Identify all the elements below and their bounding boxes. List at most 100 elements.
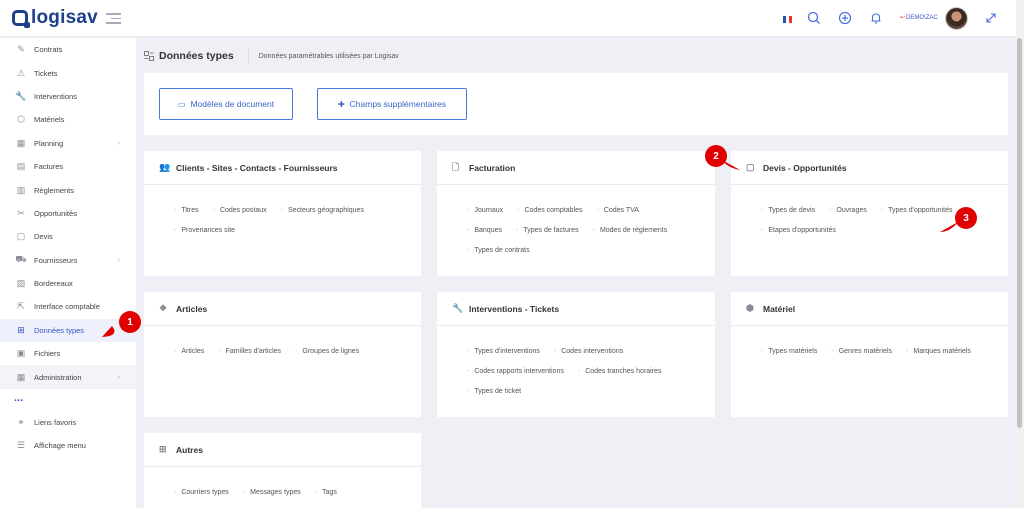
user-switch[interactable]: ↩DEMO\ZAC	[900, 14, 938, 21]
card-link[interactable]: Codes rapports interventions	[467, 362, 564, 382]
card-title: Clients - Sites - Contacts - Fournisseur…	[176, 162, 338, 173]
logo-mark-icon	[12, 10, 30, 28]
data-types-icon: ⊞	[17, 324, 25, 335]
quote-icon: ▢	[16, 231, 26, 242]
sidebar-item-label: Fournisseurs	[34, 255, 78, 265]
card-link[interactable]: Provenances site	[174, 221, 235, 241]
opportunity-icon: ✂	[17, 207, 25, 218]
card-articles-header: ❖ Articles	[144, 292, 421, 326]
card-link[interactable]: Types d'opportunités	[881, 201, 952, 221]
bell-icon[interactable]	[868, 10, 884, 26]
sidebar-item-fichiers[interactable]: ▣ Fichiers	[0, 342, 136, 365]
sidebar-item-tickets[interactable]: ⚠ Tickets	[0, 61, 136, 84]
menu-toggle-icon[interactable]	[106, 13, 121, 25]
card-link[interactable]: Codes tranches horaires	[578, 362, 661, 382]
files-icon: ▣	[16, 348, 26, 359]
card-title: Facturation	[469, 162, 516, 173]
sidebar-item-label: Opportunités	[34, 208, 77, 218]
avatar[interactable]	[945, 7, 968, 30]
laptop-icon: ▭	[177, 99, 186, 109]
card-materiel-header: ⬢ Matériel	[731, 292, 1008, 326]
logo[interactable]: logisav	[12, 7, 98, 29]
card-link[interactable]: Types de contrats	[467, 241, 529, 261]
sidebar-item-factures[interactable]: ▤ Factures	[0, 155, 136, 178]
sidebar-item-affichage-menu[interactable]: ☰ Affichage menu	[0, 434, 136, 457]
contract-icon: ✎	[17, 44, 25, 55]
card-title: Devis - Opportunités	[763, 162, 847, 173]
export-icon: ⇱	[17, 301, 25, 312]
card-link[interactable]: Familles d'articles	[218, 342, 281, 362]
card-link[interactable]: Titres	[174, 201, 198, 221]
sidebar-item-interface-comptable[interactable]: ⇱ Interface comptable	[0, 295, 136, 318]
sidebar-item-liens-favoris[interactable]: ⚭ Liens favoris	[0, 411, 136, 434]
sidebar-item-r-glements[interactable]: ▥ Règlements	[0, 178, 136, 201]
wrench-icon: 🔧	[15, 90, 27, 101]
card-link[interactable]: Secteurs géographiques	[281, 201, 364, 221]
card-link[interactable]: Types d'interventions	[467, 342, 540, 362]
sidebar-item-planning[interactable]: ▦ Planning ›	[0, 132, 136, 155]
logo-text: logisav	[31, 7, 98, 28]
card-link[interactable]: Messages types	[243, 483, 301, 503]
french-flag-icon[interactable]	[783, 16, 792, 23]
box-icon: ⬢	[746, 303, 754, 313]
sidebar-item-contrats[interactable]: ✎ Contrats	[0, 38, 136, 61]
card-link[interactable]: Banques	[467, 221, 502, 241]
card-link[interactable]: Types de factures	[516, 221, 578, 241]
document-templates-button[interactable]: ▭ Modèles de document	[159, 88, 293, 120]
sidebar-item-administration[interactable]: ▦ Administration ›	[0, 365, 136, 389]
sidebar-item-fournisseurs[interactable]: ⛟ Fournisseurs ›	[0, 249, 136, 272]
card-autres-header: ⊞ Autres	[144, 433, 421, 467]
scrollbar-thumb[interactable]	[1017, 38, 1022, 428]
add-circle-icon[interactable]	[837, 10, 853, 26]
more-menu[interactable]: ...	[0, 391, 136, 411]
card-links-facturation: Journaux Codes comptables Codes TVA Banques…	[437, 185, 693, 261]
sidebar-item-label: Bordereaux	[34, 279, 73, 289]
user-name: DEMO\ZAC	[906, 15, 938, 21]
sidebar-item-label: Affichage menu	[34, 441, 86, 451]
page-header: Données types Données paramétrables util…	[144, 45, 399, 67]
chevron-right-icon: ›	[117, 373, 120, 381]
card-link[interactable]: Articles	[174, 342, 204, 362]
annotation-marker-3: 3	[955, 207, 977, 229]
link-icon: ⚭	[17, 417, 25, 428]
sidebar-item-devis[interactable]: ▢ Devis	[0, 225, 136, 248]
sidebar-item-label: Fichiers	[34, 349, 61, 359]
sidebar: ✎ Contrats ⚠ Tickets 🔧 Interventions ⬡ Matériel…	[0, 38, 136, 508]
sidebar-item-mat-riels[interactable]: ⬡ Matériels	[0, 108, 136, 131]
card-link[interactable]: Types de ticket	[467, 382, 521, 402]
card-links-materiel: Types matériels Genres matériels Marques m…	[731, 326, 986, 362]
card-link[interactable]: Codes interventions	[554, 342, 623, 362]
card-link[interactable]: Codes postaux	[213, 201, 267, 221]
card-clients-header: 👥 Clients - Sites - Contacts - Fournisseu…	[144, 151, 421, 185]
card-link[interactable]: Codes comptables	[517, 201, 582, 221]
expand-icon[interactable]	[985, 12, 997, 24]
card-link[interactable]: Types de devis	[761, 201, 815, 221]
card-link[interactable]: Types matériels	[761, 342, 817, 362]
sidebar-item-bordereaux[interactable]: ▨ Bordereaux	[0, 272, 136, 295]
card-interventions-header: 🔧 Interventions - Tickets	[437, 292, 715, 326]
card-link[interactable]: Marques matériels	[906, 342, 971, 362]
sidebar-item-donn-es-types[interactable]: ⊞ Données types	[0, 318, 136, 343]
sidebar-item-label: Planning	[34, 138, 64, 148]
card-link[interactable]: Journaux	[467, 201, 503, 221]
sidebar-item-label: Devis	[34, 232, 53, 242]
card-link[interactable]: Codes TVA	[596, 201, 639, 221]
card-link[interactable]: Modes de règlements	[593, 221, 667, 241]
card-link[interactable]: Genres matériels	[831, 342, 892, 362]
search-icon[interactable]	[806, 10, 822, 26]
menu-display-icon: ☰	[16, 440, 26, 451]
card-link[interactable]: Ouvrages	[829, 201, 866, 221]
card-link[interactable]: Etapes d'opportunités	[761, 221, 836, 241]
payment-icon: ▥	[16, 184, 26, 195]
dropbox-icon: ❖	[159, 303, 168, 313]
card-link[interactable]: Courriers types	[174, 483, 228, 503]
top-bar: logisav ↩DEMO\ZAC	[0, 0, 1016, 37]
card-articles: ❖ Articles Articles Familles d'articles Gro…	[144, 292, 421, 417]
sidebar-item-opportunit-s[interactable]: ✂ Opportunités	[0, 202, 136, 225]
card-facturation-header: 🗋 Facturation	[437, 151, 715, 185]
extra-fields-button[interactable]: ✚ Champs supplémentaires	[317, 88, 467, 120]
card-links-clients: Titres Codes postaux Secteurs géographique…	[144, 185, 399, 241]
sidebar-item-interventions[interactable]: 🔧 Interventions	[0, 85, 136, 108]
card-link[interactable]: Groupes de lignes	[295, 342, 359, 362]
card-link[interactable]: Tags	[315, 483, 337, 503]
